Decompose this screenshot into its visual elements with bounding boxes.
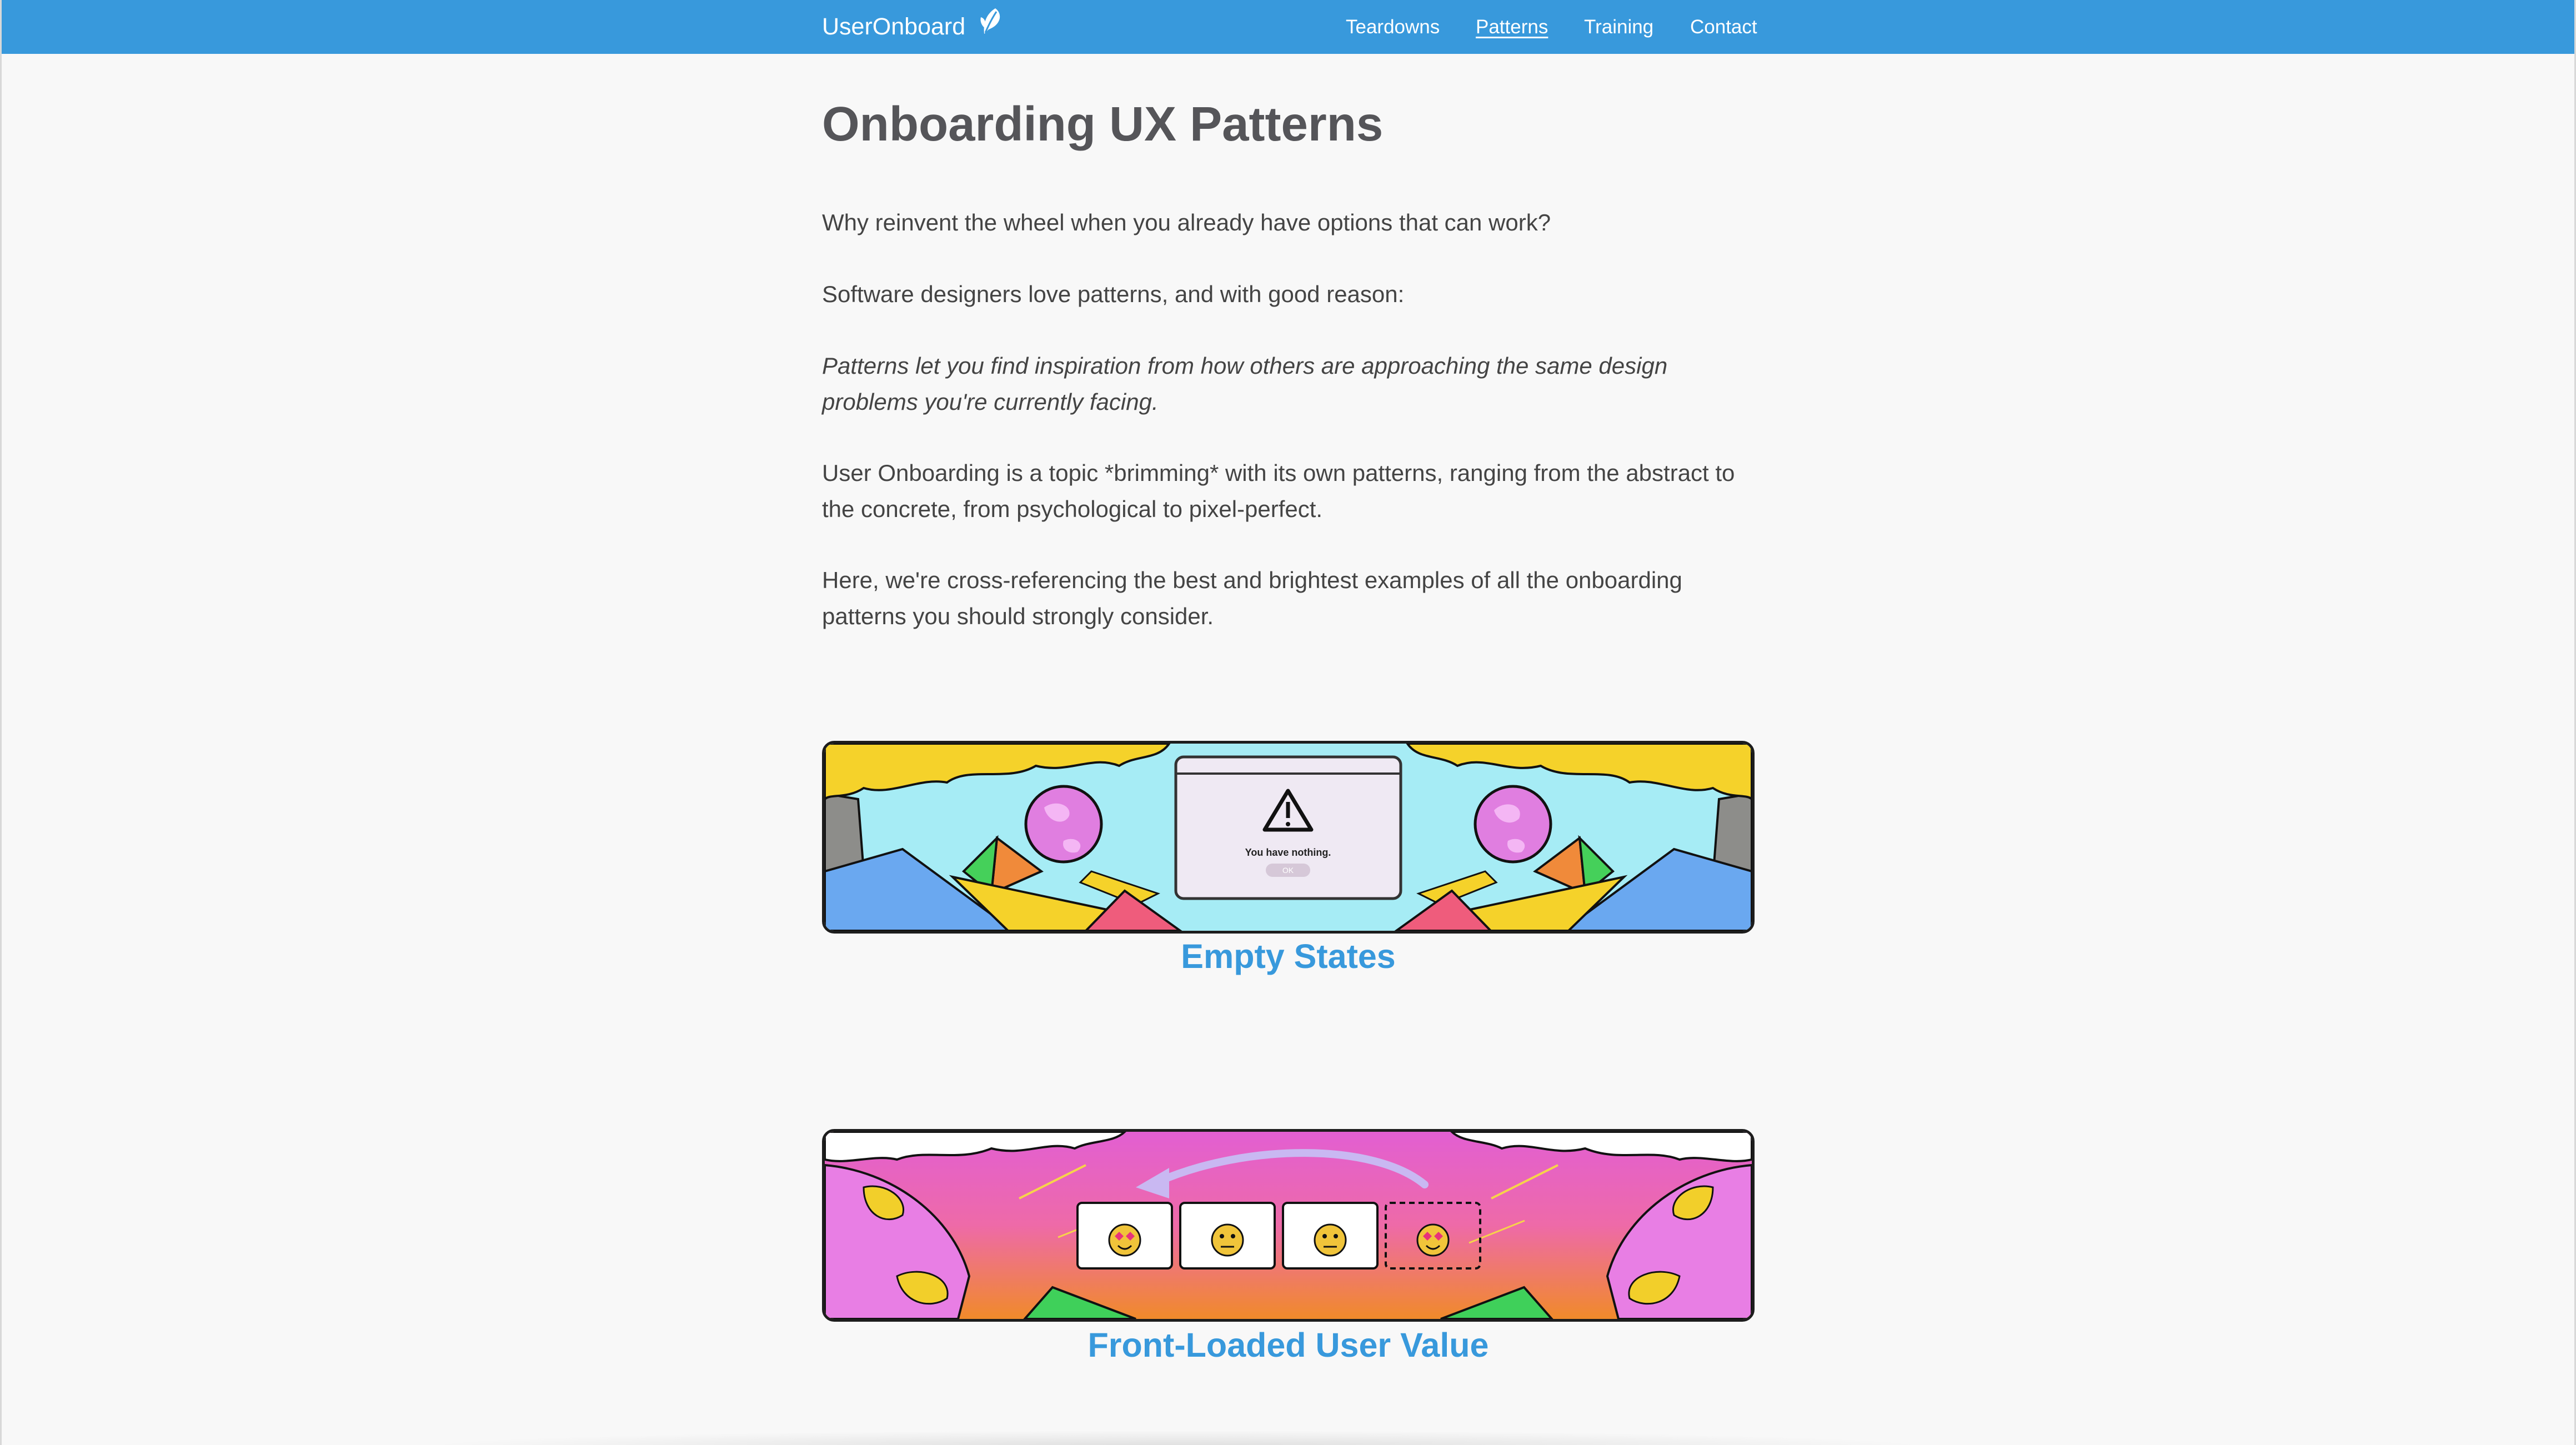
- nav-training[interactable]: Training: [1584, 0, 1653, 54]
- intro-paragraph-1: Why reinvent the wheel when you already …: [822, 209, 1551, 235]
- brand-link[interactable]: UserOnboard: [822, 0, 1005, 54]
- empty-states-illustration: You have nothing. OK: [825, 744, 1752, 931]
- nav-patterns[interactable]: Patterns: [1476, 0, 1548, 54]
- leaf-icon: [980, 8, 1000, 34]
- intro-paragraph-2: Software designers love patterns, and wi…: [822, 281, 1405, 307]
- front-loaded-illustration: [825, 1132, 1752, 1319]
- empty-states-banner[interactable]: You have nothing. OK: [822, 741, 1755, 934]
- page-title: Onboarding UX Patterns: [822, 97, 1384, 151]
- top-nav-bar: [2, 0, 2574, 54]
- brand-name: UserOnboard: [822, 13, 966, 40]
- intro-paragraph-3: User Onboarding is a topic *brimming* wi…: [822, 460, 1735, 522]
- intro-quote: Patterns let you find inspiration from h…: [822, 353, 1668, 415]
- front-loaded-banner[interactable]: [822, 1129, 1755, 1322]
- next-card-shadow: [413, 1430, 1940, 1445]
- front-loaded-link[interactable]: Front-Loaded User Value: [822, 1326, 1755, 1364]
- intro-paragraph-4: Here, we're cross-referencing the best a…: [822, 567, 1682, 629]
- svg-text:OK: OK: [1282, 866, 1294, 875]
- svg-text:You have nothing.: You have nothing.: [1245, 847, 1331, 858]
- nav-contact[interactable]: Contact: [1690, 0, 1757, 54]
- nav-teardowns[interactable]: Teardowns: [1346, 0, 1440, 54]
- empty-states-link[interactable]: Empty States: [822, 937, 1755, 976]
